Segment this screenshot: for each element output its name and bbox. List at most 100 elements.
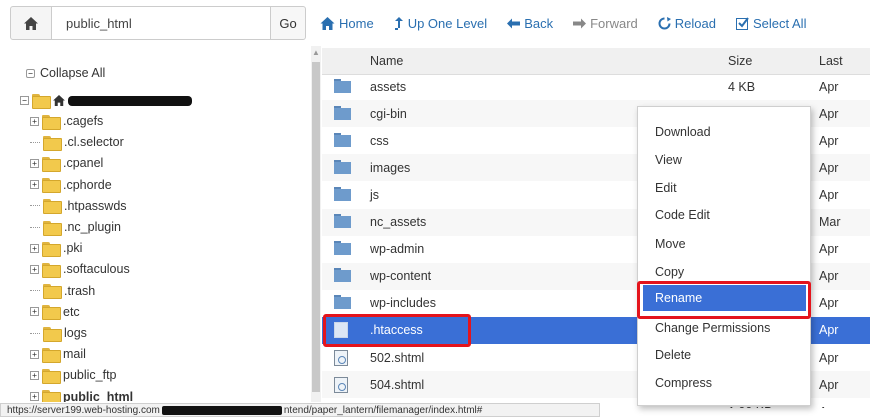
folder-icon [42, 114, 61, 130]
expand-toggle-icon[interactable]: + [30, 180, 39, 190]
checkbox-icon [735, 16, 749, 30]
toolbar: Home Up One Level Back Forward Reload Se… [320, 8, 826, 38]
file-name: images [370, 160, 411, 175]
redacted-username [68, 95, 192, 106]
path-bar: Go [10, 6, 306, 40]
tree-item[interactable]: + public_html [30, 390, 133, 402]
file-name: js [370, 187, 380, 202]
home-directory-button[interactable] [10, 6, 52, 40]
file-last-modified: Apr [819, 323, 839, 338]
tree-item[interactable]: + .cagefs [30, 114, 104, 130]
home-label: Home [339, 15, 374, 31]
tree-connector [30, 226, 40, 228]
file-last-modified: Apr [819, 377, 839, 392]
column-header-last-modified[interactable]: Last [819, 54, 843, 68]
expand-toggle-icon[interactable]: + [30, 158, 39, 168]
folder-icon [334, 105, 354, 122]
expand-toggle-icon[interactable]: + [30, 307, 39, 317]
reload-button[interactable]: Reload [658, 16, 716, 31]
file-last-modified: Apr [819, 187, 839, 202]
file-name: wp-includes [370, 296, 437, 311]
column-header-size[interactable]: Size [728, 54, 752, 68]
folder-icon [334, 268, 354, 284]
expand-toggle-icon[interactable]: + [30, 370, 39, 380]
tree-scrollbar[interactable]: ▲ [311, 46, 321, 402]
folder-icon [43, 135, 62, 151]
tree-item-label: etc [63, 304, 80, 319]
folder-icon [42, 347, 61, 363]
tree-item[interactable]: .htpasswds [30, 198, 127, 215]
scroll-up-arrow-icon[interactable]: ▲ [312, 48, 320, 57]
file-row[interactable]: assets 4 KB Apr [322, 73, 870, 100]
file-name: cgi-bin [370, 106, 407, 121]
context-menu-item-code-edit[interactable]: Code Edit [638, 202, 810, 228]
back-button[interactable]: Back [507, 16, 553, 31]
path-input[interactable] [51, 6, 271, 40]
tree-item-label: .cagefs [63, 114, 104, 128]
file-name: css [370, 133, 389, 148]
tree-item[interactable]: + .cphorde [30, 177, 112, 194]
status-bar-url: https://server199.web-hosting.com ntend/… [0, 403, 600, 417]
folder-icon [42, 390, 61, 402]
forward-label: Forward [590, 15, 638, 31]
folder-tree: − Collapse All − + .cagefs .cl.selector + .c… [10, 46, 306, 402]
folder-icon [42, 305, 61, 321]
folder-icon [42, 368, 61, 384]
open-folder-icon [32, 94, 51, 109]
select-all-button[interactable]: Select All [735, 16, 806, 31]
forward-button[interactable]: Forward [573, 16, 638, 31]
tree-item-label: mail [63, 347, 86, 362]
up-one-level-button[interactable]: Up One Level [394, 15, 488, 31]
scrollbar-thumb[interactable] [312, 62, 320, 392]
tree-item-label: logs [64, 326, 87, 340]
expand-toggle-icon[interactable]: + [30, 264, 39, 274]
tree-connector [30, 205, 40, 207]
tree-connector [30, 290, 40, 292]
expand-toggle-icon[interactable]: + [30, 392, 39, 402]
context-menu-item-view[interactable]: View [638, 147, 810, 173]
home-icon [24, 16, 38, 30]
tree-connector [30, 332, 40, 334]
folder-icon [334, 159, 354, 176]
column-header-name[interactable]: Name [370, 54, 403, 68]
tree-item-label: .htpasswds [64, 198, 127, 213]
go-button[interactable]: Go [270, 6, 306, 40]
context-menu-item-delete[interactable]: Delete [638, 342, 810, 368]
tree-item[interactable]: logs [30, 326, 87, 342]
context-menu-item-download[interactable]: Download [638, 119, 810, 145]
tree-item-label: .softaculous [63, 262, 130, 277]
home-icon [53, 95, 65, 106]
tree-item[interactable]: .cl.selector [30, 135, 124, 151]
home-icon [320, 16, 335, 30]
tree-item-label: .pki [63, 241, 83, 256]
file-last-modified: Apr [819, 405, 838, 408]
file-list-header: Name Size Last [322, 48, 870, 75]
expand-toggle-icon[interactable]: + [30, 116, 39, 126]
folder-icon [334, 295, 354, 311]
expand-toggle-icon[interactable]: + [30, 243, 39, 253]
tree-item-label: public_html [63, 389, 134, 402]
tree-root[interactable]: − [20, 94, 192, 109]
tree-item[interactable]: + mail [30, 347, 86, 363]
tree-item[interactable]: + .softaculous [30, 262, 130, 278]
tree-item[interactable]: + .pki [30, 241, 83, 257]
folder-icon [43, 284, 62, 300]
tree-item[interactable]: + .cpanel [30, 156, 103, 172]
home-button[interactable]: Home [320, 16, 374, 31]
context-menu-item-edit[interactable]: Edit [638, 175, 810, 201]
up-one-level-label: Up One Level [407, 15, 488, 31]
status-url-prefix: https://server199.web-hosting.com [7, 404, 160, 416]
tree-item-label: .cphorde [63, 177, 112, 192]
expand-toggle-icon[interactable]: + [30, 349, 39, 359]
folder-icon [43, 220, 62, 236]
tree-item[interactable]: + etc [30, 304, 80, 321]
file-name: 504.shtml [370, 377, 425, 392]
context-menu-item-move[interactable]: Move [638, 231, 810, 257]
tree-item[interactable]: .nc_plugin [30, 220, 121, 236]
file-last-modified: Apr [819, 79, 839, 94]
collapse-all-button[interactable]: − Collapse All [26, 66, 105, 80]
tree-item-label: .cl.selector [64, 135, 124, 150]
context-menu-item-compress[interactable]: Compress [638, 370, 810, 396]
tree-item[interactable]: .trash [30, 284, 95, 300]
tree-item[interactable]: + public_ftp [30, 368, 117, 384]
